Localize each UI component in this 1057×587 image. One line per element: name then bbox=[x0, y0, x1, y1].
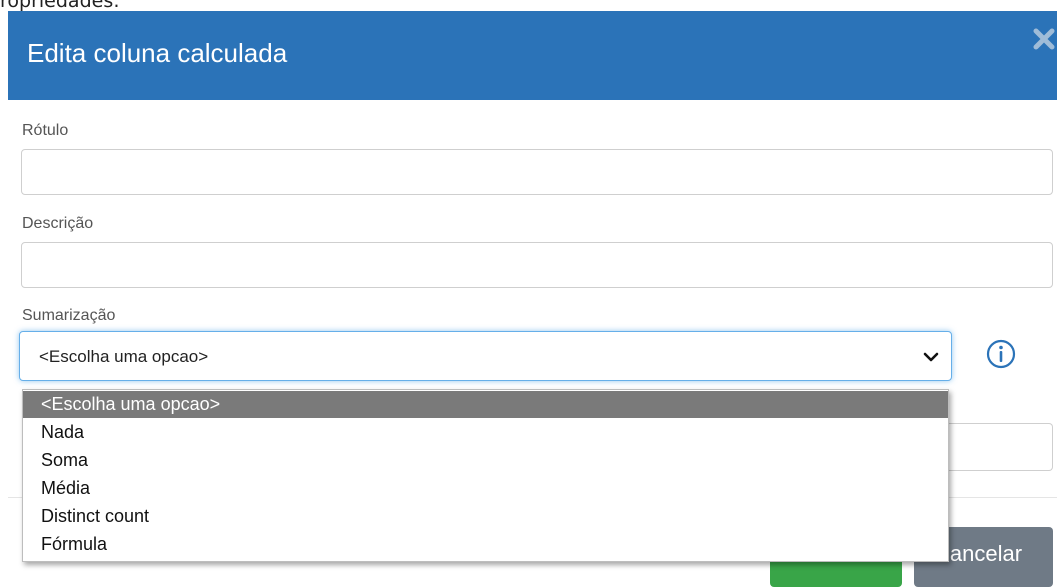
dropdown-option[interactable]: Fórmula bbox=[23, 531, 948, 558]
select-value: <Escolha uma opcao> bbox=[39, 347, 209, 366]
dropdown-option[interactable]: Soma bbox=[23, 447, 948, 474]
rotulo-label: Rótulo bbox=[22, 122, 69, 139]
descricao-label: Descrição bbox=[22, 215, 94, 232]
info-icon[interactable] bbox=[985, 338, 1017, 370]
dropdown-option[interactable]: Média bbox=[23, 475, 948, 502]
modal-header: Edita coluna calculada bbox=[8, 11, 1057, 100]
sumarizacao-select[interactable]: <Escolha uma opcao> bbox=[19, 331, 952, 381]
chevron-down-icon bbox=[923, 352, 939, 362]
dropdown-option[interactable]: Distinct count bbox=[23, 503, 948, 530]
descricao-input[interactable] bbox=[21, 242, 1053, 288]
modal-title: Edita coluna calculada bbox=[27, 38, 288, 68]
dropdown-option[interactable]: <Escolha uma opcao> bbox=[23, 391, 948, 418]
rotulo-input[interactable] bbox=[21, 149, 1053, 195]
dropdown-option[interactable]: Nada bbox=[23, 419, 948, 446]
sumarizacao-label: Sumarização bbox=[22, 307, 116, 324]
partial-input-field[interactable] bbox=[940, 423, 1053, 471]
sumarizacao-dropdown-list: <Escolha uma opcao> Nada Soma Média Dist… bbox=[22, 389, 949, 562]
close-icon[interactable] bbox=[1031, 26, 1057, 52]
